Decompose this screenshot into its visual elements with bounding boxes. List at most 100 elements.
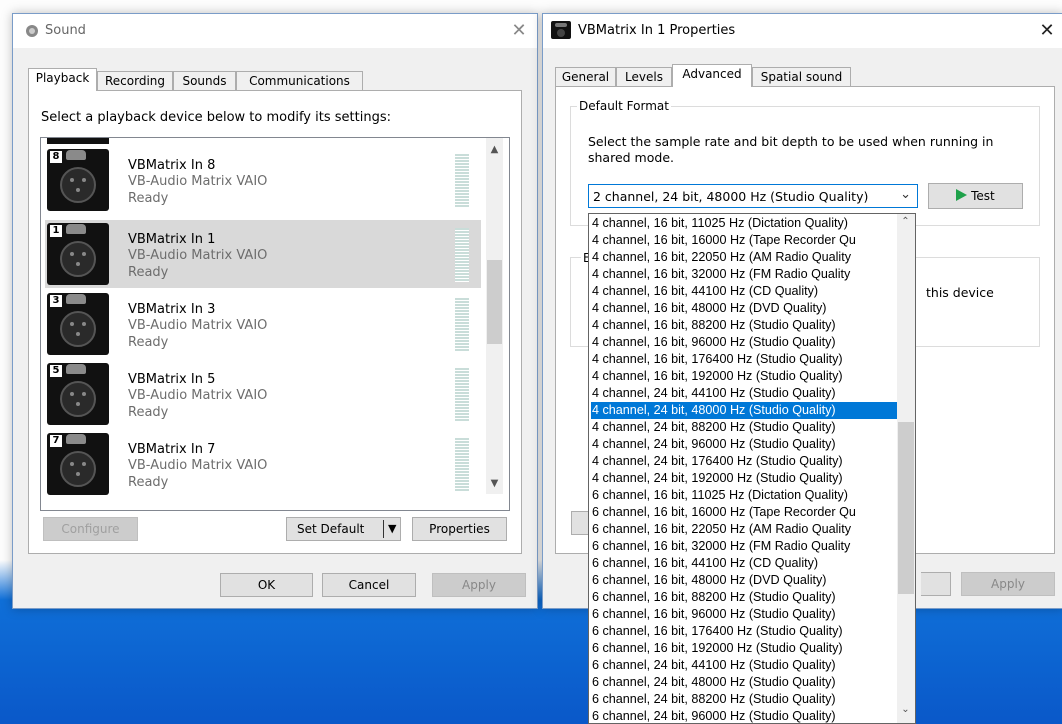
crown-icon [66, 150, 86, 160]
configure-button[interactable]: Configure [43, 517, 138, 541]
format-select[interactable]: 2 channel, 24 bit, 48000 Hz (Studio Qual… [588, 184, 918, 208]
device-status: Ready [128, 191, 169, 206]
ok-button[interactable]: OK [220, 573, 313, 597]
scroll-thumb[interactable] [898, 422, 914, 594]
apply-button[interactable]: Apply [432, 573, 526, 597]
sound-title: Sound [45, 23, 86, 38]
format-dropdown-list[interactable]: 4 channel, 16 bit, 11025 Hz (Dictation Q… [588, 213, 916, 724]
tab-sounds[interactable]: Sounds [173, 71, 236, 90]
instruction-text: Select a playback device below to modify… [41, 110, 391, 125]
format-option[interactable]: 4 channel, 16 bit, 32000 Hz (FM Radio Qu… [591, 266, 897, 283]
device-description: VB-Audio Matrix VAIO [128, 248, 268, 263]
device-row[interactable]: 8 VBMatrix In 8 VB-Audio Matrix VAIO Ready [45, 146, 481, 214]
xlr-connector-icon: 7 [47, 433, 109, 495]
format-option[interactable]: 4 channel, 24 bit, 44100 Hz (Studio Qual… [591, 385, 897, 402]
format-option[interactable]: 4 channel, 16 bit, 11025 Hz (Dictation Q… [591, 215, 897, 232]
format-option[interactable]: 4 channel, 16 bit, 176400 Hz (Studio Qua… [591, 351, 897, 368]
format-option[interactable]: 4 channel, 16 bit, 96000 Hz (Studio Qual… [591, 334, 897, 351]
device-description: VB-Audio Matrix VAIO [128, 388, 268, 403]
crown-icon [66, 364, 86, 374]
format-option[interactable]: 4 channel, 24 bit, 192000 Hz (Studio Qua… [591, 470, 897, 487]
format-option[interactable]: 6 channel, 24 bit, 48000 Hz (Studio Qual… [591, 674, 897, 691]
format-option[interactable]: 6 channel, 16 bit, 192000 Hz (Studio Qua… [591, 640, 897, 657]
device-row[interactable]: 3 VBMatrix In 3 VB-Audio Matrix VAIO Ready [45, 290, 481, 358]
properties-button[interactable]: Properties [412, 517, 507, 541]
format-select-value: 2 channel, 24 bit, 48000 Hz (Studio Qual… [593, 189, 869, 204]
device-name: VBMatrix In 5 [128, 372, 216, 387]
test-label: Test [971, 189, 995, 203]
device-row[interactable]: 5 VBMatrix In 5 VB-Audio Matrix VAIO Ready [45, 360, 481, 428]
format-option[interactable]: 4 channel, 16 bit, 48000 Hz (DVD Quality… [591, 300, 897, 317]
default-format-description: Select the sample rate and bit depth to … [588, 134, 994, 165]
format-option[interactable]: 6 channel, 16 bit, 88200 Hz (Studio Qual… [591, 589, 897, 606]
device-description: VB-Audio Matrix VAIO [128, 318, 268, 333]
device-row[interactable]: 1 VBMatrix In 1 VB-Audio Matrix VAIO Ready [45, 220, 481, 288]
scroll-up-icon[interactable]: ▲ [486, 144, 503, 155]
format-option[interactable]: 6 channel, 16 bit, 96000 Hz (Studio Qual… [591, 606, 897, 623]
format-option[interactable]: 6 channel, 16 bit, 22050 Hz (AM Radio Qu… [591, 521, 897, 538]
dropdown-separator [383, 520, 384, 538]
tab-recording[interactable]: Recording [97, 71, 173, 90]
format-option[interactable]: 6 channel, 16 bit, 48000 Hz (DVD Quality… [591, 572, 897, 589]
close-icon[interactable]: ✕ [1035, 19, 1059, 43]
test-button[interactable]: Test [928, 183, 1023, 209]
format-option[interactable]: 4 channel, 16 bit, 192000 Hz (Studio Qua… [591, 368, 897, 385]
tab-communications[interactable]: Communications [236, 71, 363, 90]
device-status: Ready [128, 475, 169, 490]
volume-meter [455, 368, 469, 422]
format-option[interactable]: 6 channel, 24 bit, 88200 Hz (Studio Qual… [591, 691, 897, 708]
set-default-button[interactable]: Set Default ▼ [286, 517, 401, 541]
tab-levels[interactable]: Levels [616, 67, 672, 86]
tab-spatial-sound[interactable]: Spatial sound [752, 67, 851, 86]
exclusive-description-fragment: this device [926, 285, 994, 300]
device-list-scrollbar[interactable]: ▲ ▼ [486, 138, 503, 494]
cancel-button[interactable]: Cancel [322, 573, 416, 597]
volume-meter [455, 438, 469, 492]
device-list[interactable]: 8 VBMatrix In 8 VB-Audio Matrix VAIO Ready 1… [40, 137, 510, 511]
crown-icon [66, 224, 86, 234]
scroll-down-icon[interactable]: ⌄ [897, 704, 914, 715]
xlr-socket [60, 381, 96, 417]
properties-title: VBMatrix In 1 Properties [578, 23, 736, 38]
scroll-up-icon[interactable]: ⌃ [897, 216, 914, 227]
sound-tabs: Playback Recording Sounds Communications [28, 68, 528, 91]
tab-advanced[interactable]: Advanced [672, 64, 752, 87]
tab-general[interactable]: General [555, 67, 616, 86]
format-option[interactable]: 4 channel, 24 bit, 96000 Hz (Studio Qual… [591, 436, 897, 453]
scroll-down-icon[interactable]: ▼ [486, 478, 503, 489]
play-icon [956, 189, 968, 201]
format-option[interactable]: 6 channel, 16 bit, 16000 Hz (Tape Record… [591, 504, 897, 521]
format-list-scrollbar[interactable]: ⌃ ⌄ [897, 214, 915, 723]
volume-meter [455, 228, 469, 282]
format-option[interactable]: 6 channel, 16 bit, 11025 Hz (Dictation Q… [591, 487, 897, 504]
xlr-socket [60, 451, 96, 487]
format-option[interactable]: 4 channel, 16 bit, 44100 Hz (CD Quality) [591, 283, 897, 300]
properties-tabs: General Levels Advanced Spatial sound [555, 64, 1055, 87]
format-option[interactable]: 6 channel, 16 bit, 176400 Hz (Studio Qua… [591, 623, 897, 640]
ok-button-partial[interactable] [921, 572, 951, 596]
tab-playback[interactable]: Playback [28, 68, 97, 91]
close-icon[interactable]: ✕ [507, 19, 531, 43]
crown-icon [66, 434, 86, 444]
apply-button[interactable]: Apply [961, 572, 1055, 596]
speaker-icon [25, 24, 38, 38]
chevron-down-icon[interactable]: ▼ [388, 518, 396, 540]
format-option[interactable]: 4 channel, 24 bit, 176400 Hz (Studio Qua… [591, 453, 897, 470]
format-option[interactable]: 4 channel, 24 bit, 88200 Hz (Studio Qual… [591, 419, 897, 436]
format-option[interactable]: 4 channel, 16 bit, 88200 Hz (Studio Qual… [591, 317, 897, 334]
format-option[interactable]: 4 channel, 24 bit, 48000 Hz (Studio Qual… [591, 402, 897, 419]
properties-titlebar: VBMatrix In 1 Properties ✕ [543, 14, 1062, 48]
scroll-thumb[interactable] [487, 260, 502, 344]
list-top-partial [47, 138, 109, 144]
format-option[interactable]: 4 channel, 16 bit, 22050 Hz (AM Radio Qu… [591, 249, 897, 266]
format-option[interactable]: 6 channel, 24 bit, 96000 Hz (Studio Qual… [591, 708, 897, 723]
device-row[interactable]: 7 VBMatrix In 7 VB-Audio Matrix VAIO Ready [45, 430, 481, 498]
format-option[interactable]: 4 channel, 16 bit, 16000 Hz (Tape Record… [591, 232, 897, 249]
format-option[interactable]: 6 channel, 16 bit, 44100 Hz (CD Quality) [591, 555, 897, 572]
format-option[interactable]: 6 channel, 16 bit, 32000 Hz (FM Radio Qu… [591, 538, 897, 555]
crown-icon [66, 294, 86, 304]
device-number: 8 [50, 151, 62, 163]
format-option[interactable]: 6 channel, 24 bit, 44100 Hz (Studio Qual… [591, 657, 897, 674]
device-number: 1 [50, 225, 62, 237]
device-description: VB-Audio Matrix VAIO [128, 458, 268, 473]
